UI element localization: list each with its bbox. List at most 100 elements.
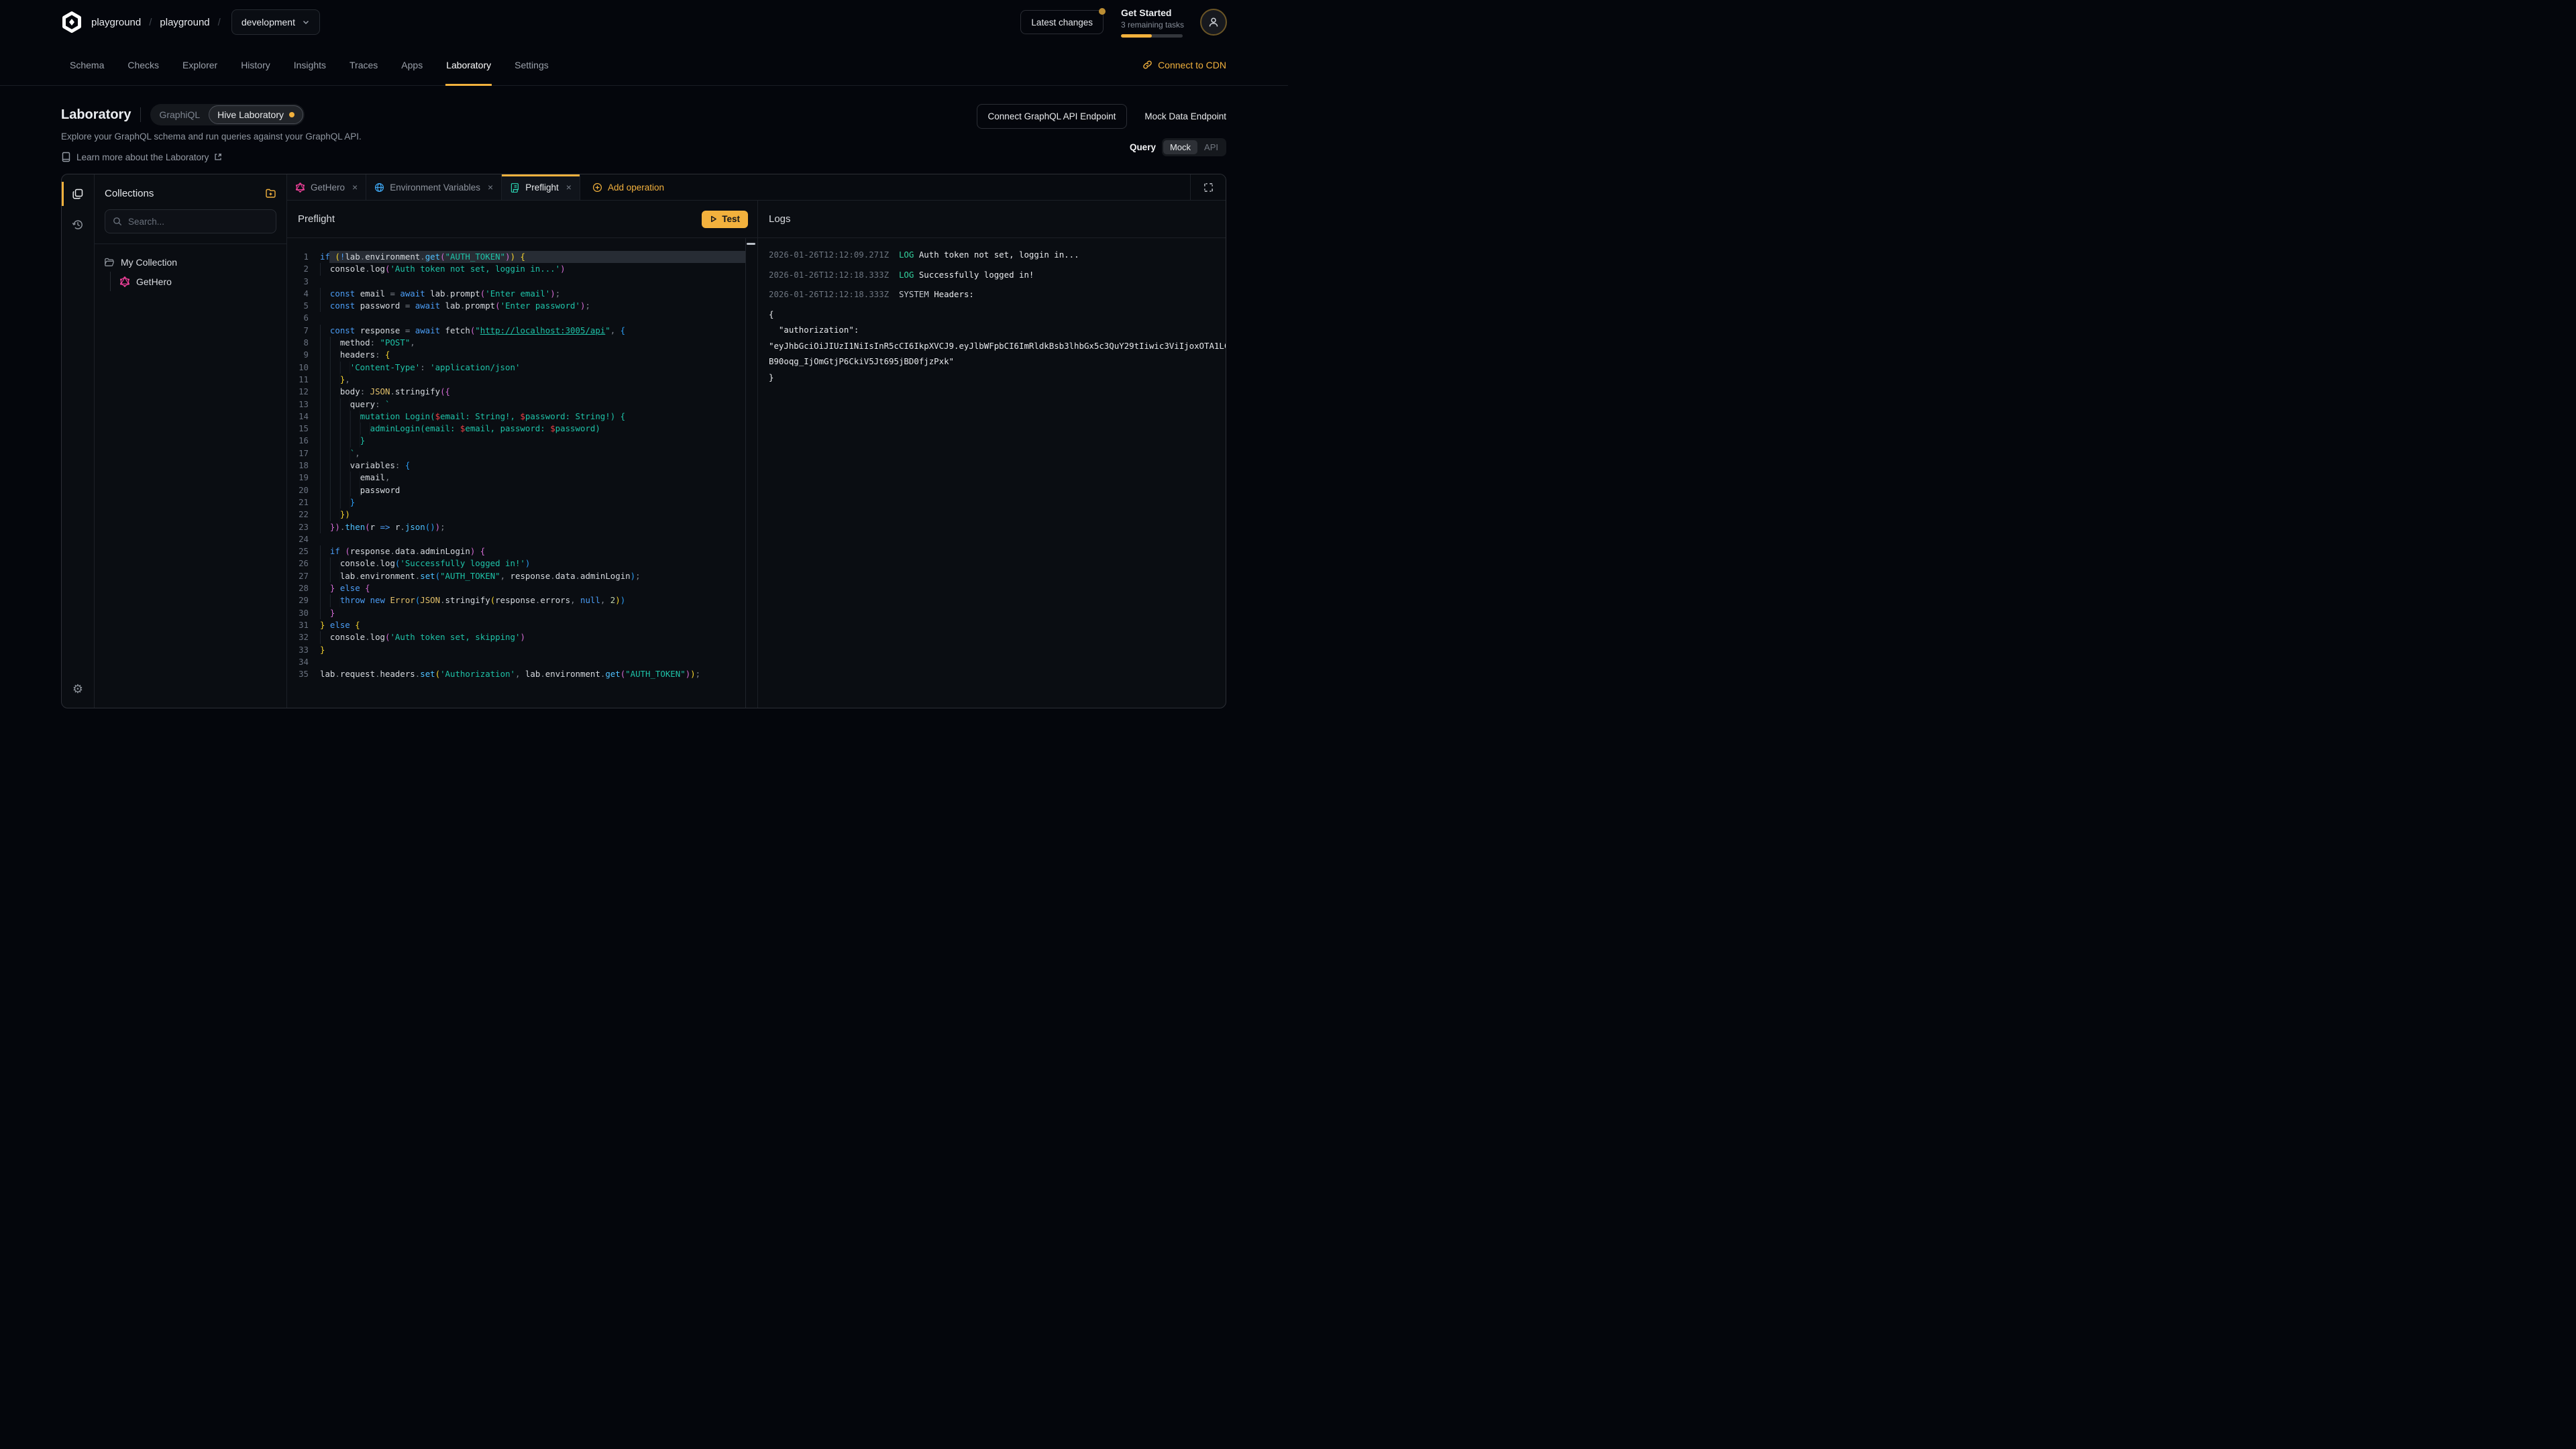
code-line: 5 const password = await lab.prompt('Ent… [287,300,746,312]
line-number: 28 [289,582,320,594]
nav-item-history[interactable]: History [240,44,271,85]
code-line: 19 email, [287,472,746,484]
add-operation-label: Add operation [608,182,664,193]
plus-circle-icon [592,182,602,193]
code-line: 21 } [287,496,746,508]
nav-item-explorer[interactable]: Explorer [182,44,218,85]
tab-preflight[interactable]: Preflight × [502,174,580,200]
log-line: "eyJhbGciOiJIUzI1NiIsInR5cCI6IkpXVCJ9.ey… [769,338,1226,354]
settings-gear-button[interactable]: ⚙ [62,676,94,702]
segment-api[interactable]: API [1197,140,1225,154]
history-rail-button[interactable] [62,209,94,240]
connect-to-cdn-link[interactable]: Connect to CDN [1142,44,1226,85]
nav-item-apps[interactable]: Apps [400,44,423,85]
top-right-cluster: Latest changes Get Started 3 remaining t… [1020,7,1227,38]
get-started-title: Get Started [1121,7,1183,18]
toggle-hive-laboratory[interactable]: Hive Laboratory [209,105,303,124]
log-line: } [769,370,1226,386]
nav-item-schema[interactable]: Schema [69,44,105,85]
breadcrumb-project[interactable]: playground [160,17,209,28]
code-line: 26 console.log('Successfully logged in!'… [287,557,746,570]
gear-icon: ⚙ [72,682,83,696]
code-line: 30 } [287,607,746,619]
editor-collapse-handle[interactable] [747,243,755,245]
operation-label: GetHero [136,276,172,287]
line-number: 26 [289,557,320,570]
left-icon-rail: ⚙ [62,174,95,708]
get-started-widget[interactable]: Get Started 3 remaining tasks [1121,7,1183,38]
line-number: 14 [289,411,320,423]
search-input[interactable] [128,217,268,227]
line-number: 9 [289,349,320,361]
line-number: 27 [289,570,320,582]
connect-graphql-endpoint-button[interactable]: Connect GraphQL API Endpoint [977,104,1128,129]
line-number: 30 [289,607,320,619]
line-number: 32 [289,631,320,643]
tab-label: Environment Variables [390,182,480,193]
line-number: 29 [289,594,320,606]
line-number: 16 [289,435,320,447]
nav-item-traces[interactable]: Traces [349,44,378,85]
latest-changes-label: Latest changes [1031,17,1093,28]
code-line: 29 throw new Error(JSON.stringify(respon… [287,594,746,606]
code-editor[interactable]: 1if (!lab.environment.get("AUTH_TOKEN"))… [287,238,757,708]
tab-gethero[interactable]: GetHero × [287,174,366,200]
page-title: Laboratory [61,107,131,123]
code-line: 23 }).then(r => r.json()); [287,521,746,533]
target-selector[interactable]: development [231,9,320,35]
collection-folder-row[interactable]: My Collection [104,252,277,272]
operation-row-gethero[interactable]: GetHero [119,272,277,291]
book-icon [61,152,71,162]
hive-logo-icon[interactable] [61,11,83,33]
app-window: playground / playground / development La… [0,0,1288,724]
toggle-graphiql[interactable]: GraphiQL [150,109,209,120]
collections-rail-button[interactable] [62,178,94,209]
target-selector-value: development [241,17,295,28]
learn-more-label: Learn more about the Laboratory [76,152,209,162]
nav-item-insights[interactable]: Insights [293,44,327,85]
code-line: 27 lab.environment.set("AUTH_TOKEN", res… [287,570,746,582]
nav-item-checks[interactable]: Checks [127,44,160,85]
collection-folder-label: My Collection [121,257,177,268]
log-line: B90oqg_IjOmGtjP6CkiV5Jt695jBD0fjzPxk" [769,354,1226,370]
logs-output[interactable]: 2026-01-26T12:12:09.271Z LOG Auth token … [758,238,1226,708]
close-icon[interactable]: × [566,182,572,193]
preflight-panel-title: Preflight [298,213,335,225]
code-line: 31} else { [287,619,746,631]
add-collection-button[interactable] [265,188,276,199]
line-number: 35 [289,668,320,680]
log-line: { [769,307,1226,323]
code-line: 24 [287,533,746,545]
close-icon[interactable]: × [352,182,358,193]
lab-mode-toggle: GraphiQL Hive Laboratory [150,104,305,125]
line-number: 33 [289,644,320,656]
mock-data-endpoint-button[interactable]: Mock Data Endpoint [1144,111,1226,121]
breadcrumb-separator: / [218,17,221,28]
query-mode-label: Query [1130,142,1156,152]
latest-changes-button[interactable]: Latest changes [1020,10,1104,34]
tab-label: GetHero [311,182,345,193]
add-operation-button[interactable]: Add operation [580,174,676,200]
log-line: 2026-01-26T12:12:09.271Z LOG Auth token … [769,247,1226,263]
main-nav: Schema Checks Explorer History Insights … [0,44,1288,86]
tab-environment-variables[interactable]: Environment Variables × [366,174,502,200]
graphql-icon [119,276,130,287]
breadcrumb-separator: / [149,17,152,28]
log-line: "authorization": [769,322,1226,338]
collections-tree: My Collection GetHero [95,244,286,299]
line-number: 20 [289,484,320,496]
collections-search[interactable] [105,209,276,233]
line-number: 3 [289,276,320,288]
external-link-icon [214,153,222,161]
segment-mock[interactable]: Mock [1163,140,1197,154]
nav-item-settings[interactable]: Settings [514,44,549,85]
code-line: 20 password [287,484,746,496]
nav-item-laboratory[interactable]: Laboratory [445,44,492,85]
fullscreen-button[interactable] [1190,174,1226,200]
breadcrumb-org[interactable]: playground [91,17,141,28]
code-line: 12 body: JSON.stringify({ [287,386,746,398]
code-line: 10 'Content-Type': 'application/json' [287,362,746,374]
close-icon[interactable]: × [488,182,493,193]
user-avatar[interactable] [1200,9,1227,36]
test-button[interactable]: Test [702,211,748,228]
